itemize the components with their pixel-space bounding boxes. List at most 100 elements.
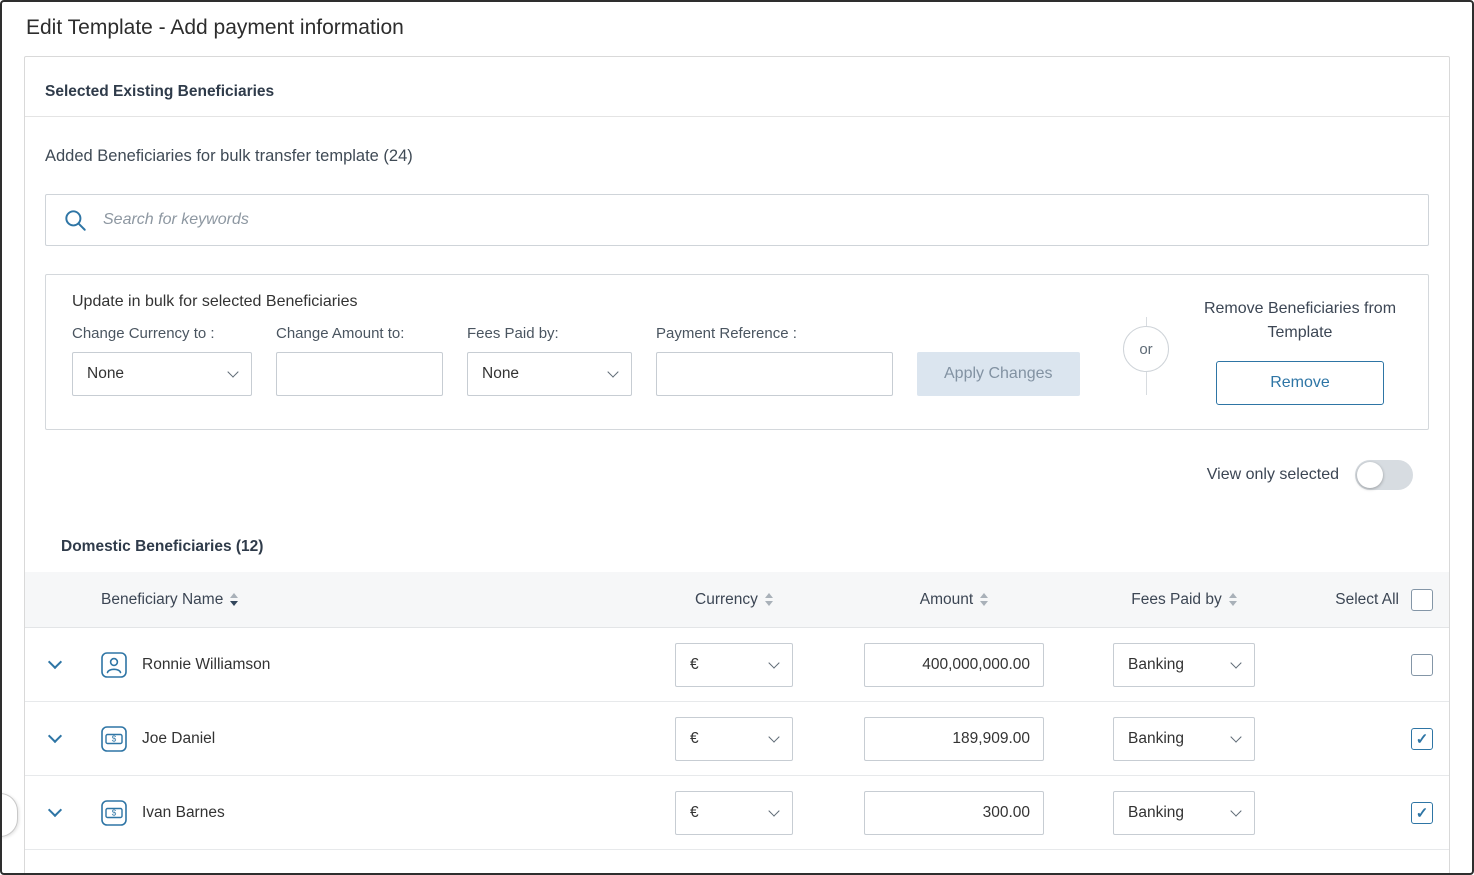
edit-template-screen: Edit Template - Add payment information … — [0, 0, 1474, 875]
beneficiary-name-cell: $ Joe Daniel — [85, 726, 639, 752]
row-currency-value: € — [690, 730, 699, 748]
row-fees-select[interactable]: Banking — [1113, 717, 1255, 761]
change-currency-select[interactable]: None — [72, 352, 252, 396]
row-expander-cell — [25, 662, 85, 667]
search-box — [45, 194, 1429, 246]
payment-reference-label: Payment Reference : — [656, 325, 893, 342]
domestic-beneficiaries-title: Domestic Beneficiaries (12) — [61, 538, 1449, 556]
row-currency-select[interactable]: € — [675, 791, 793, 835]
table-row: Ronnie Williamson € Banking — [25, 628, 1449, 702]
beneficiary-name: Joe Daniel — [142, 730, 215, 748]
row-currency-value: € — [690, 656, 699, 674]
change-currency-label: Change Currency to : — [72, 325, 252, 342]
view-only-selected-row: View only selected — [25, 460, 1413, 490]
chevron-down-icon — [1230, 731, 1241, 742]
change-currency-field: Change Currency to : None — [72, 325, 252, 396]
sort-beneficiary-name-icon[interactable] — [230, 593, 238, 606]
payment-reference-input[interactable] — [656, 352, 893, 396]
person-icon — [101, 652, 127, 678]
row-currency-select[interactable]: € — [675, 643, 793, 687]
currency-cell: € — [639, 717, 829, 761]
remove-beneficiaries-heading: Remove Beneficiaries from Template — [1192, 297, 1408, 345]
bulk-update-panel: Update in bulk for selected Beneficiarie… — [45, 274, 1429, 430]
toggle-knob — [1357, 462, 1383, 488]
chevron-down-icon — [1230, 805, 1241, 816]
fees-paid-by-header-label: Fees Paid by — [1131, 591, 1221, 609]
bulk-update-fields: Change Currency to : None Change Amount … — [72, 325, 1100, 396]
section-head: Selected Existing Beneficiaries — [25, 57, 1449, 117]
table-header-row: Beneficiary Name Currency Amount Fees Pa… — [25, 572, 1449, 628]
change-amount-input[interactable] — [276, 352, 443, 396]
beneficiary-name-header: Beneficiary Name — [85, 591, 639, 609]
amount-header: Amount — [829, 591, 1079, 609]
money-icon: $ — [101, 726, 127, 752]
search-input[interactable] — [101, 210, 1412, 230]
row-currency-select[interactable]: € — [675, 717, 793, 761]
select-all-checkbox[interactable] — [1411, 589, 1433, 611]
beneficiary-name-cell: Ronnie Williamson — [85, 652, 639, 678]
table-row: $ Ivan Barnes € Banking — [25, 776, 1449, 850]
beneficiary-name: Ivan Barnes — [142, 804, 225, 822]
payment-reference-field: Payment Reference : — [656, 325, 893, 396]
expand-row-icon[interactable] — [48, 655, 62, 669]
row-amount-input[interactable] — [864, 791, 1044, 835]
select-all-header: Select All — [1289, 589, 1449, 611]
page-title: Edit Template - Add payment information — [26, 16, 1448, 40]
row-checkbox[interactable] — [1411, 654, 1433, 676]
row-fees-value: Banking — [1128, 804, 1184, 822]
expand-row-icon[interactable] — [48, 803, 62, 817]
currency-cell: € — [639, 643, 829, 687]
row-fees-select[interactable]: Banking — [1113, 643, 1255, 687]
fees-paid-select[interactable]: None — [467, 352, 632, 396]
fees-cell: Banking — [1079, 643, 1289, 687]
bulk-update-left: Update in bulk for selected Beneficiarie… — [72, 293, 1100, 405]
drawer-handle[interactable] — [0, 793, 18, 837]
amount-cell — [829, 643, 1079, 687]
page-header: Edit Template - Add payment information — [2, 2, 1472, 48]
change-amount-field: Change Amount to: — [276, 325, 443, 396]
money-icon: $ — [101, 800, 127, 826]
or-divider: or — [1100, 293, 1192, 405]
row-fees-value: Banking — [1128, 730, 1184, 748]
row-amount-input[interactable] — [864, 643, 1044, 687]
beneficiary-name-header-label: Beneficiary Name — [101, 591, 223, 609]
fees-paid-field: Fees Paid by: None — [467, 325, 632, 396]
fees-cell: Banking — [1079, 791, 1289, 835]
expand-row-icon[interactable] — [48, 729, 62, 743]
fees-cell: Banking — [1079, 717, 1289, 761]
apply-changes-button[interactable]: Apply Changes — [917, 352, 1080, 396]
amount-header-label: Amount — [920, 591, 973, 609]
row-checkbox[interactable]: ✓ — [1411, 802, 1433, 824]
remove-button[interactable]: Remove — [1216, 361, 1384, 405]
added-beneficiaries-label: Added Beneficiaries for bulk transfer te… — [45, 147, 1429, 166]
row-expander-cell — [25, 736, 85, 741]
fees-paid-value: None — [482, 365, 519, 383]
currency-header: Currency — [639, 591, 829, 609]
row-fees-select[interactable]: Banking — [1113, 791, 1255, 835]
select-all-label: Select All — [1335, 591, 1399, 609]
beneficiaries-table: Beneficiary Name Currency Amount Fees Pa… — [25, 572, 1449, 850]
beneficiary-name-cell: $ Ivan Barnes — [85, 800, 639, 826]
sort-fees-icon[interactable] — [1229, 593, 1237, 606]
table-row: $ Joe Daniel € Banking — [25, 702, 1449, 776]
row-checkbox[interactable]: ✓ — [1411, 728, 1433, 750]
change-currency-value: None — [87, 365, 124, 383]
chevron-down-icon — [227, 366, 238, 377]
row-amount-input[interactable] — [864, 717, 1044, 761]
view-only-selected-label: View only selected — [1207, 466, 1339, 484]
row-select-cell — [1289, 654, 1449, 676]
sort-currency-icon[interactable] — [765, 593, 773, 606]
view-only-selected-toggle[interactable] — [1355, 460, 1413, 490]
sort-amount-icon[interactable] — [980, 593, 988, 606]
currency-cell: € — [639, 791, 829, 835]
change-amount-label: Change Amount to: — [276, 325, 443, 342]
amount-cell — [829, 791, 1079, 835]
fees-paid-by-header: Fees Paid by — [1079, 591, 1289, 609]
or-badge: or — [1123, 326, 1169, 372]
chevron-down-icon — [1230, 657, 1241, 668]
row-fees-value: Banking — [1128, 656, 1184, 674]
section-title: Selected Existing Beneficiaries — [45, 83, 1429, 101]
beneficiaries-card: Selected Existing Beneficiaries Added Be… — [24, 56, 1450, 875]
bulk-update-title: Update in bulk for selected Beneficiarie… — [72, 293, 1100, 311]
chevron-down-icon — [768, 657, 779, 668]
